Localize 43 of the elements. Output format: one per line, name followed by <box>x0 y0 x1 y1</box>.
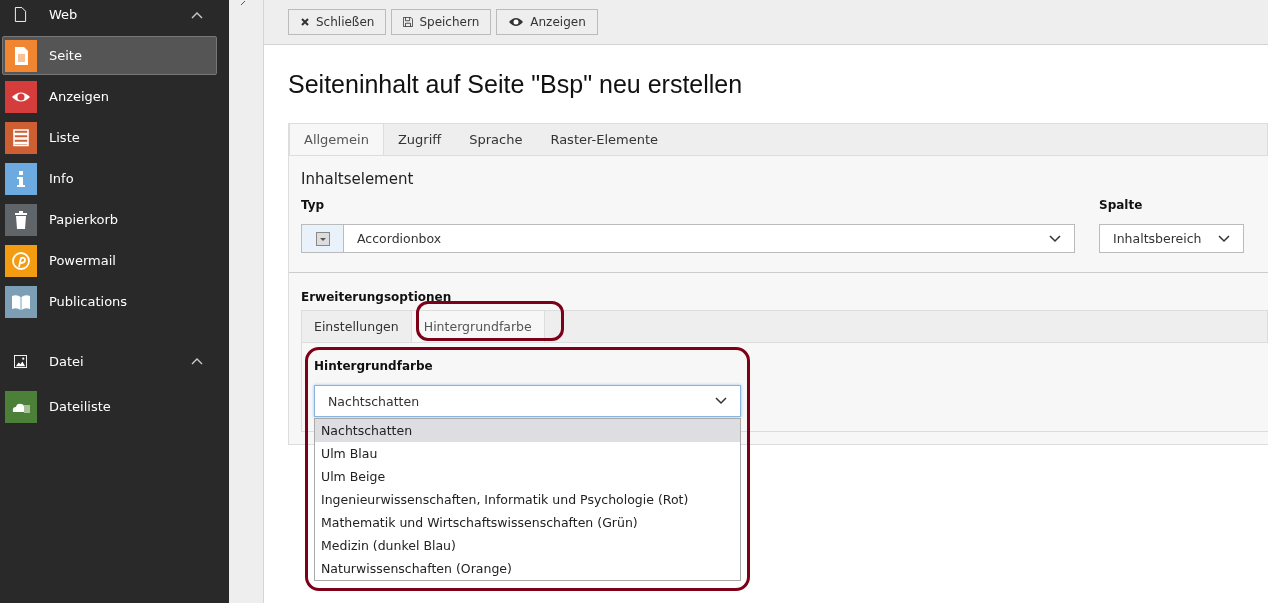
module-item[interactable]: Papierkorb <box>2 200 217 239</box>
field-label: Spalte <box>1099 198 1144 212</box>
save-button[interactable]: Speichern <box>391 9 492 35</box>
close-button[interactable]: Schließen <box>288 9 387 35</box>
tab[interactable]: Einstellungen <box>302 311 411 342</box>
eye-button[interactable]: Anzeigen <box>496 9 598 35</box>
image-icon <box>14 353 27 369</box>
page-title: Seiteninhalt auf Seite "Bsp" neu erstellen <box>288 69 744 99</box>
dropdown-option[interactable]: Ingenieurwissenschaften, Informatik und Psychologie (Rot) <box>315 488 740 511</box>
close-icon <box>300 17 310 27</box>
field-label: Hintergrundfarbe <box>314 359 434 373</box>
section-title: Erweiterungsoptionen <box>301 290 453 304</box>
tab[interactable]: Sprache <box>455 123 537 155</box>
module-item[interactable]: Dateiliste <box>2 387 217 426</box>
column-select[interactable]: Inhaltsbereich <box>1099 224 1244 253</box>
type-select[interactable]: Accordionbox <box>301 224 1075 253</box>
save-icon <box>403 17 414 27</box>
section-title: Inhaltselement <box>301 170 415 188</box>
module-item[interactable]: Info <box>2 159 217 198</box>
tab[interactable]: Raster-Elemente <box>536 123 672 155</box>
tab[interactable]: Zugriff <box>383 123 456 155</box>
module-group-header[interactable]: Datei <box>0 342 229 380</box>
field-label: Typ <box>301 198 326 212</box>
dropdown-option[interactable]: Naturwissenschaften (Orange) <box>315 557 740 580</box>
module-item[interactable]: Anzeigen <box>2 77 217 116</box>
dropdown-option[interactable]: Ulm Beige <box>315 465 740 488</box>
module-item[interactable]: Seite <box>2 36 217 75</box>
dropdown-option[interactable]: Nachtschatten <box>315 419 740 442</box>
page-icon <box>14 7 27 22</box>
dropdown-icon <box>315 231 330 246</box>
dropdown-option[interactable]: Mathematik und Wirtschaftswissenschaften (Grün) <box>315 511 740 534</box>
color-select[interactable]: Nachtschatten <box>314 385 741 417</box>
group-label: Datei <box>49 353 85 369</box>
module-item[interactable]: Publications <box>2 282 217 321</box>
tab[interactable]: Hintergrundfarbe <box>410 311 545 342</box>
dropdown-option[interactable]: Ulm Blau <box>315 442 740 465</box>
eye-icon <box>508 17 525 27</box>
module-item[interactable]: Liste <box>2 118 217 157</box>
tab[interactable]: Allgemein <box>289 123 384 155</box>
module-group-header[interactable]: Web <box>0 0 229 29</box>
dropdown-option[interactable]: Medizin (dunkel Blau) <box>315 534 740 557</box>
module-item[interactable]: Powermail <box>2 241 217 280</box>
group-label: Web <box>49 7 79 22</box>
